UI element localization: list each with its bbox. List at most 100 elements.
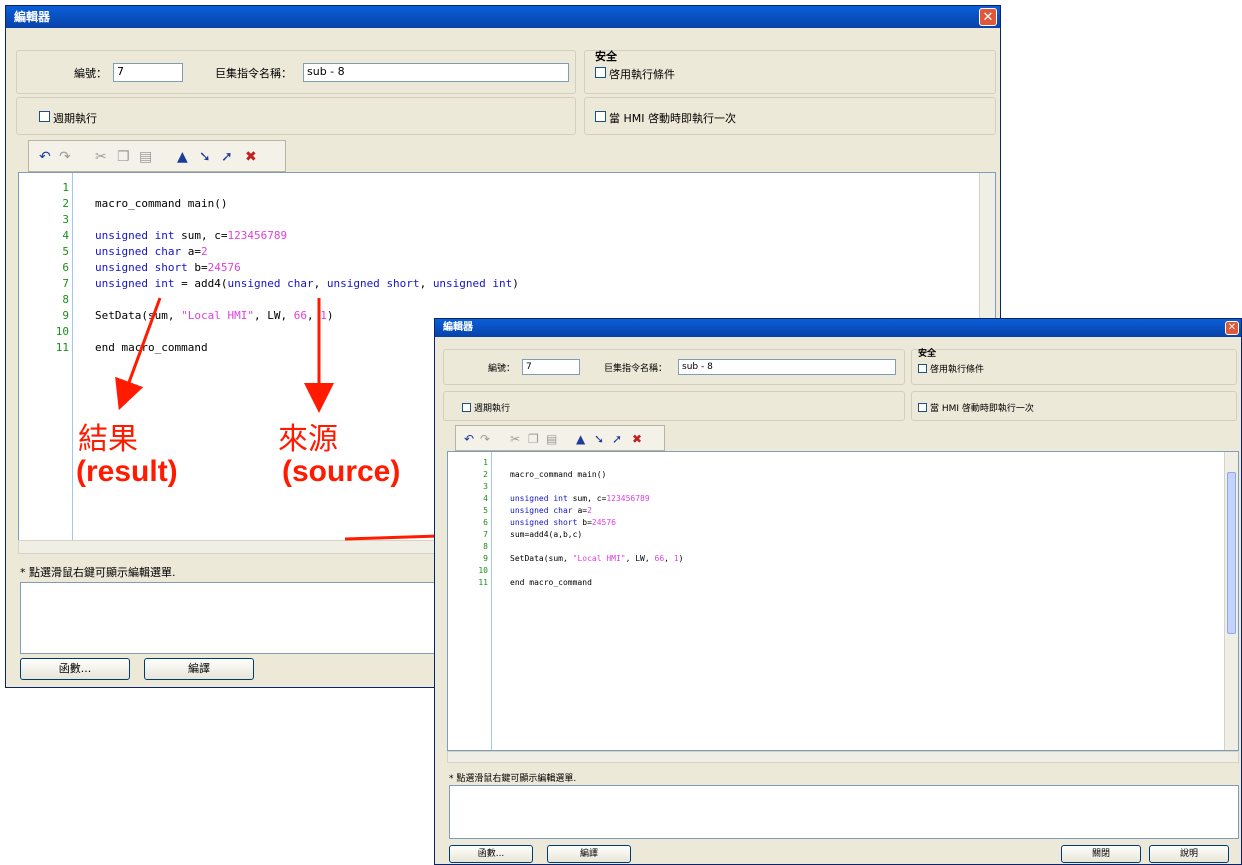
- line-number: 1: [62, 181, 69, 194]
- periodic-group: 週期執行: [16, 97, 576, 135]
- undo-icon[interactable]: ↶: [464, 431, 474, 447]
- line-number: 8: [483, 542, 488, 551]
- title-bar: 編輯器: [435, 319, 1241, 337]
- line-number: 7: [62, 277, 69, 290]
- compile-button[interactable]: 編譯: [144, 658, 254, 680]
- close-button[interactable]: 關閉: [1061, 845, 1141, 863]
- line-number: 8: [62, 293, 69, 306]
- line-number: 2: [62, 197, 69, 210]
- code-line: unsigned int = add4(unsigned char, unsig…: [95, 277, 519, 290]
- line-number: 3: [483, 482, 488, 491]
- bookmark-clear-icon[interactable]: ✖: [245, 149, 257, 165]
- paste-icon[interactable]: ▤: [139, 149, 152, 165]
- line-number-gutter: 1 2 3 4 5 6 7 8 9 10 11: [448, 452, 492, 750]
- code-line: unsigned int sum, c=123456789: [95, 229, 288, 242]
- code-line: SetData(sum, "Local HMI", LW, 66, 1): [510, 554, 684, 563]
- undo-icon[interactable]: ↶: [39, 149, 51, 165]
- paste-icon[interactable]: ▤: [546, 431, 557, 447]
- line-number: 6: [483, 518, 488, 527]
- name-group: 編號： 7 巨集指令名稱： sub - 8: [443, 349, 905, 385]
- security-group: 安全 啓用執行條件: [584, 50, 996, 94]
- result-label-en: (result): [76, 455, 178, 488]
- bookmark-prev-icon[interactable]: ➚: [221, 149, 233, 165]
- line-number: 10: [55, 325, 69, 338]
- run-once-group: 當 HMI 啓動時即執行一次: [584, 97, 996, 135]
- title-bar: 編輯器: [6, 6, 1000, 28]
- security-group: 安全 啓用執行條件: [911, 349, 1237, 385]
- code-line: unsigned char a=2: [95, 245, 208, 258]
- name-group: 編號： 7 巨集指令名稱： sub - 8: [16, 50, 576, 94]
- bookmark-toggle-icon[interactable]: ▲: [177, 149, 188, 165]
- bookmark-toggle-icon[interactable]: ▲: [576, 431, 585, 447]
- code-line: SetData(sum, "Local HMI", LW, 66, 1): [95, 309, 334, 322]
- enable-condition-checkbox[interactable]: [595, 67, 606, 78]
- code-line: unsigned int sum, c=123456789: [510, 494, 650, 503]
- bookmark-clear-icon[interactable]: ✖: [632, 431, 642, 447]
- run-once-checkbox[interactable]: [595, 111, 606, 122]
- periodic-checkbox[interactable]: [462, 403, 471, 412]
- code-line: sum=add4(a,b,c): [510, 530, 583, 539]
- functions-button[interactable]: 函數...: [449, 845, 533, 863]
- close-icon[interactable]: ✕: [979, 8, 997, 26]
- line-number-gutter: 1 2 3 4 5 6 7 8 9 10 11: [19, 173, 73, 545]
- code-line: macro_command main(): [510, 470, 607, 479]
- line-number: 5: [62, 245, 69, 258]
- run-once-label: 當 HMI 啓動時即執行一次: [609, 112, 736, 125]
- source-label-en: (source): [282, 455, 401, 488]
- cut-icon[interactable]: ✂: [95, 149, 107, 165]
- macro-name-field[interactable]: sub - 8: [678, 359, 896, 375]
- help-button[interactable]: 說明: [1149, 845, 1229, 863]
- editor-window-front: 編輯器 ✕ 編號： 7 巨集指令名稱： sub - 8 安全 啓用執行條件 週期…: [434, 318, 1242, 865]
- bookmark-next-icon[interactable]: ➘: [594, 431, 604, 447]
- run-once-group: 當 HMI 啓動時即執行一次: [911, 391, 1237, 421]
- window-title: 編輯器: [443, 322, 473, 333]
- line-number: 3: [62, 213, 69, 226]
- run-once-checkbox[interactable]: [918, 403, 927, 412]
- line-number: 10: [478, 566, 488, 575]
- line-number: 4: [483, 494, 488, 503]
- scroll-thumb[interactable]: [1227, 472, 1236, 634]
- id-field[interactable]: 7: [522, 359, 580, 375]
- code-line: end macro_command: [95, 341, 208, 354]
- id-field[interactable]: 7: [113, 63, 183, 82]
- editor-hint: * 點選滑鼠右鍵可顯示編輯選單.: [449, 774, 577, 784]
- enable-condition-checkbox[interactable]: [918, 364, 927, 373]
- source-label-zh: 來源: [278, 422, 338, 457]
- line-number: 2: [483, 470, 488, 479]
- line-number: 9: [62, 309, 69, 322]
- horizontal-scrollbar[interactable]: [18, 540, 438, 554]
- enable-condition-label: 啓用執行條件: [930, 365, 985, 375]
- id-label: 編號：: [488, 364, 516, 374]
- code-line: unsigned short b=24576: [510, 518, 616, 527]
- line-number: 4: [62, 229, 69, 242]
- periodic-label: 週期執行: [474, 404, 511, 414]
- run-once-label: 當 HMI 啓動時即執行一次: [930, 404, 1034, 414]
- id-label: 編號：: [74, 67, 107, 80]
- code-editor[interactable]: 1 2 3 4 5 6 7 8 9 10 11 macro_command ma…: [447, 451, 1239, 751]
- compile-button[interactable]: 編譯: [547, 845, 631, 863]
- redo-icon[interactable]: ↷: [59, 149, 71, 165]
- bookmark-next-icon[interactable]: ➘: [199, 149, 211, 165]
- security-title: 安全: [595, 50, 617, 63]
- cut-icon[interactable]: ✂: [510, 431, 520, 447]
- vertical-scrollbar[interactable]: [1224, 452, 1238, 750]
- copy-icon[interactable]: ❐: [117, 149, 130, 165]
- horizontal-scrollbar[interactable]: [447, 751, 1239, 763]
- periodic-group: 週期執行: [443, 391, 905, 421]
- functions-button[interactable]: 函數...: [20, 658, 130, 680]
- result-label-zh: 結果: [78, 422, 138, 457]
- bookmark-prev-icon[interactable]: ➚: [612, 431, 622, 447]
- copy-icon[interactable]: ❐: [528, 431, 539, 447]
- line-number: 7: [483, 530, 488, 539]
- periodic-checkbox[interactable]: [39, 111, 50, 122]
- redo-icon[interactable]: ↷: [480, 431, 490, 447]
- code-line: macro_command main(): [95, 197, 228, 210]
- enable-condition-label: 啓用執行條件: [609, 68, 675, 81]
- window-title: 編輯器: [14, 10, 51, 24]
- macro-name-field[interactable]: sub - 8: [303, 63, 569, 82]
- line-number: 6: [62, 261, 69, 274]
- code-line: end macro_command: [510, 578, 592, 587]
- line-number: 1: [483, 458, 488, 467]
- macro-name-label: 巨集指令名稱：: [604, 364, 668, 374]
- close-icon[interactable]: ✕: [1225, 321, 1239, 335]
